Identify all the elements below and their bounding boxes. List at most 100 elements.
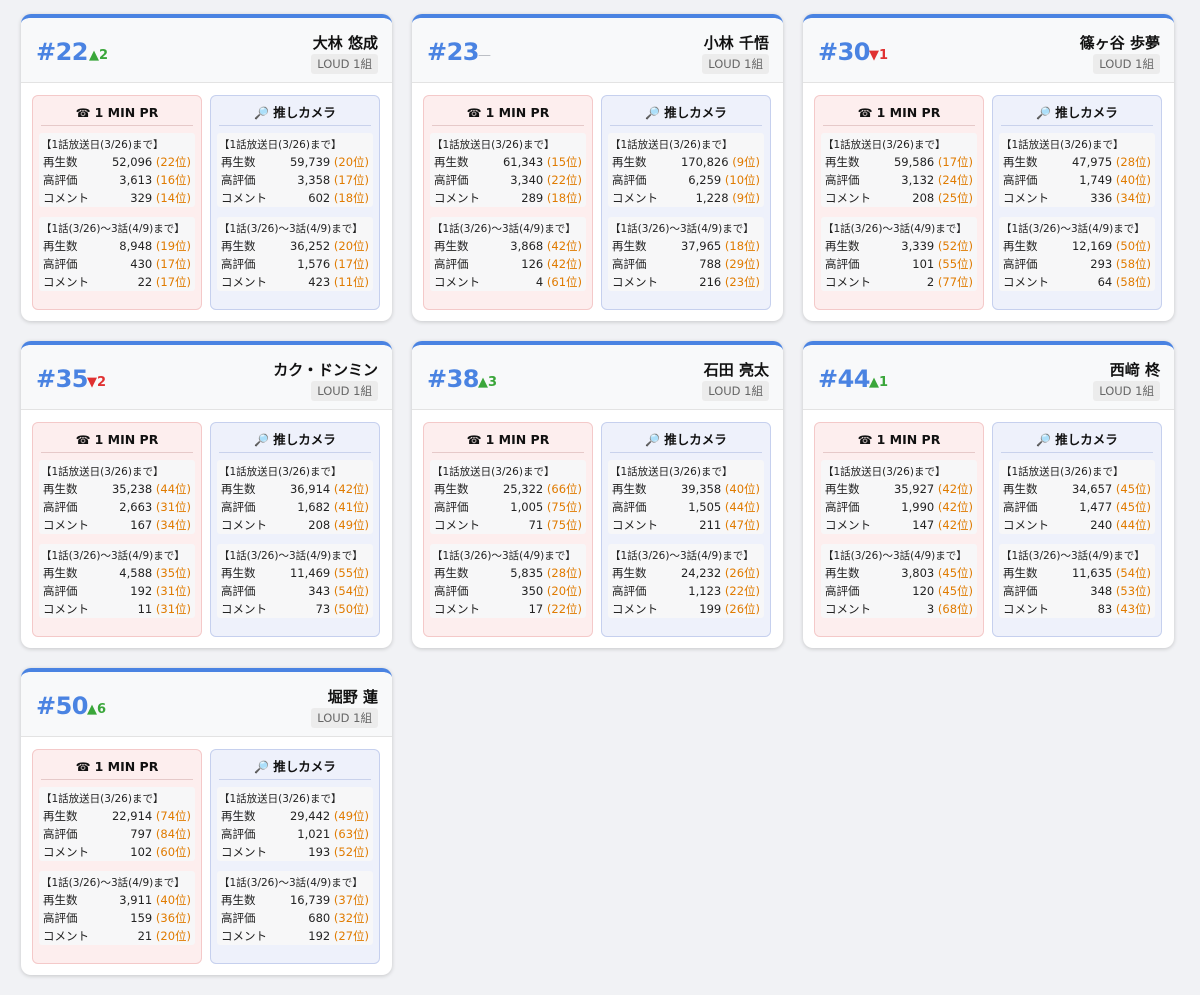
stat-label: 高評価 bbox=[1003, 584, 1038, 598]
stat-row-likes: 高評価 1,749 (40位) bbox=[1003, 172, 1151, 188]
period-label: 【1話(3/26)〜3話(4/9)まで】 bbox=[432, 550, 576, 562]
trainee-name: カク・ドンミン bbox=[273, 361, 378, 379]
phone-icon: ☎ bbox=[857, 433, 873, 447]
period-label: 【1話(3/26)〜3話(4/9)まで】 bbox=[610, 223, 754, 235]
stat-count: 11,635 bbox=[1071, 566, 1113, 580]
trainee-card[interactable]: #23— 小林 千悟 LOUD 1組 ☎ 1 MIN PR 【1話放送日(3/26)まで】… bbox=[412, 14, 783, 321]
stat-count: 293 bbox=[1090, 257, 1113, 271]
stat-rank: (20位) bbox=[333, 155, 369, 169]
stat-value: 35,238 (44位) bbox=[112, 481, 191, 497]
stat-row-likes: 高評価 1,576 (17位) bbox=[221, 256, 369, 272]
trainee-card[interactable]: #50 ▲6 堀野 蓮 LOUD 1組 ☎ 1 MIN PR 【1話放送日(3/26)まで】… bbox=[21, 668, 392, 975]
magnifier-icon: 🔎 bbox=[254, 433, 270, 447]
stat-value: 4,588 (35位) bbox=[119, 565, 191, 581]
panel-title: 🔎 推しカメラ bbox=[1001, 423, 1153, 453]
stat-row-comments: コメント 240 (44位) bbox=[1003, 517, 1151, 533]
stat-label: 再生数 bbox=[43, 809, 78, 823]
stat-count: 25,322 bbox=[502, 482, 544, 496]
stat-row-likes: 高評価 192 (31位) bbox=[43, 583, 191, 599]
stat-value: 1,505 (44位) bbox=[688, 499, 760, 515]
stat-label: コメント bbox=[221, 191, 267, 205]
stat-count: 22,914 bbox=[111, 809, 153, 823]
stat-label: コメント bbox=[221, 845, 267, 859]
trainee-card[interactable]: #44 ▲1 西﨑 柊 LOUD 1組 ☎ 1 MIN PR 【1話放送日(3/26)まで】… bbox=[803, 341, 1174, 648]
stat-rank: (18位) bbox=[724, 239, 760, 253]
stat-value: 12,169 (50位) bbox=[1072, 238, 1151, 254]
stat-row-comments: コメント 102 (60位) bbox=[43, 844, 191, 860]
period-label: 【1話(3/26)〜3話(4/9)まで】 bbox=[219, 223, 363, 235]
trainee-card[interactable]: #22 ▲2 大林 悠成 LOUD 1組 ☎ 1 MIN PR 【1話放送日(3/26)まで… bbox=[21, 14, 392, 321]
stat-label: コメント bbox=[43, 602, 89, 616]
stat-rank: (55位) bbox=[333, 566, 369, 580]
stat-count: 788 bbox=[699, 257, 722, 271]
stat-label: コメント bbox=[825, 518, 871, 532]
period-label: 【1話(3/26)〜3話(4/9)まで】 bbox=[1001, 550, 1145, 562]
period-label: 【1話(3/26)〜3話(4/9)まで】 bbox=[823, 223, 967, 235]
1-min-pr-panel: ☎ 1 MIN PR 【1話放送日(3/26)まで】 再生数 52,096 (22位) 高… bbox=[32, 95, 202, 310]
stat-label: コメント bbox=[1003, 275, 1049, 289]
rank-number: #50 bbox=[36, 692, 89, 720]
group-badge: LOUD 1組 bbox=[702, 54, 769, 74]
stat-value: 3,358 (17位) bbox=[297, 172, 369, 188]
stat-value: 3,340 (22位) bbox=[510, 172, 582, 188]
stat-label: コメント bbox=[43, 518, 89, 532]
stat-count: 3,340 bbox=[510, 173, 544, 187]
card-header: #44 ▲1 西﨑 柊 LOUD 1組 bbox=[803, 345, 1174, 410]
trainee-card[interactable]: #38 ▲3 石田 亮太 LOUD 1組 ☎ 1 MIN PR 【1話放送日(3/26)まで… bbox=[412, 341, 783, 648]
stat-rank: (20位) bbox=[546, 584, 582, 598]
stat-rank: (22位) bbox=[546, 173, 582, 187]
group-badge: LOUD 1組 bbox=[311, 708, 378, 728]
stat-row-views: 再生数 39,358 (40位) bbox=[612, 481, 760, 497]
stat-label: コメント bbox=[612, 191, 658, 205]
stat-rank: (15位) bbox=[546, 155, 582, 169]
stat-label: コメント bbox=[1003, 518, 1049, 532]
stat-rank: (19位) bbox=[155, 239, 191, 253]
stat-count: 16,739 bbox=[289, 893, 331, 907]
stats-period-block: 【1話放送日(3/26)まで】 再生数 61,343 (15位) 高評価 3,340 (… bbox=[430, 133, 586, 207]
panel-title-label: 1 MIN PR bbox=[485, 105, 550, 120]
stat-label: 高評価 bbox=[825, 500, 860, 514]
panel-title-label: 1 MIN PR bbox=[485, 432, 550, 447]
panel-title: 🔎 推しカメラ bbox=[610, 96, 762, 126]
magnifier-icon: 🔎 bbox=[1036, 106, 1052, 120]
stat-row-comments: コメント 71 (75位) bbox=[434, 517, 582, 533]
period-label: 【1話放送日(3/26)まで】 bbox=[219, 793, 342, 805]
stat-count: 192 bbox=[130, 584, 153, 598]
magnifier-icon: 🔎 bbox=[254, 106, 270, 120]
trainee-card[interactable]: #30 ▼1 篠ヶ谷 歩夢 LOUD 1組 ☎ 1 MIN PR 【1話放送日(3/26)ま… bbox=[803, 14, 1174, 321]
stat-rank: (37位) bbox=[333, 893, 369, 907]
stat-rank: (9位) bbox=[732, 191, 760, 205]
stat-rank: (84位) bbox=[155, 827, 191, 841]
stat-rank: (22位) bbox=[724, 584, 760, 598]
stat-row-views: 再生数 8,948 (19位) bbox=[43, 238, 191, 254]
stat-value: 1,021 (63位) bbox=[297, 826, 369, 842]
stat-rank: (63位) bbox=[333, 827, 369, 841]
stat-count: 680 bbox=[308, 911, 331, 925]
stat-label: 高評価 bbox=[1003, 257, 1038, 271]
stat-value: 1,990 (42位) bbox=[901, 499, 973, 515]
oshi-camera-panel: 🔎 推しカメラ 【1話放送日(3/26)まで】 再生数 36,914 (42位) 高評価 1… bbox=[210, 422, 380, 637]
stat-count: 167 bbox=[130, 518, 153, 532]
stat-rank: (75位) bbox=[546, 500, 582, 514]
stat-label: コメント bbox=[825, 275, 871, 289]
stat-count: 5,835 bbox=[510, 566, 544, 580]
trainee-card[interactable]: #35 ▼2 カク・ドンミン LOUD 1組 ☎ 1 MIN PR 【1話放送日(3/26)… bbox=[21, 341, 392, 648]
stat-row-comments: コメント 193 (52位) bbox=[221, 844, 369, 860]
stat-value: 423 (11位) bbox=[308, 274, 369, 290]
stats-period-block: 【1話(3/26)〜3話(4/9)まで】 再生数 4,588 (35位) 高評価 192… bbox=[39, 544, 195, 618]
stat-row-views: 再生数 35,238 (44位) bbox=[43, 481, 191, 497]
stat-label: 高評価 bbox=[434, 257, 469, 271]
stat-value: 2,663 (31位) bbox=[119, 499, 191, 515]
stat-value: 192 (31位) bbox=[130, 583, 191, 599]
stat-rank: (28位) bbox=[1115, 155, 1151, 169]
stat-rank: (45位) bbox=[1115, 500, 1151, 514]
stat-label: 高評価 bbox=[221, 173, 256, 187]
stat-value: 336 (34位) bbox=[1090, 190, 1151, 206]
stat-rank: (17位) bbox=[937, 155, 973, 169]
stat-count: 199 bbox=[699, 602, 722, 616]
stat-rank: (49位) bbox=[333, 809, 369, 823]
stat-label: コメント bbox=[825, 191, 871, 205]
stat-rank: (32位) bbox=[333, 911, 369, 925]
stat-count: 11 bbox=[137, 602, 153, 616]
stat-label: 高評価 bbox=[825, 173, 860, 187]
